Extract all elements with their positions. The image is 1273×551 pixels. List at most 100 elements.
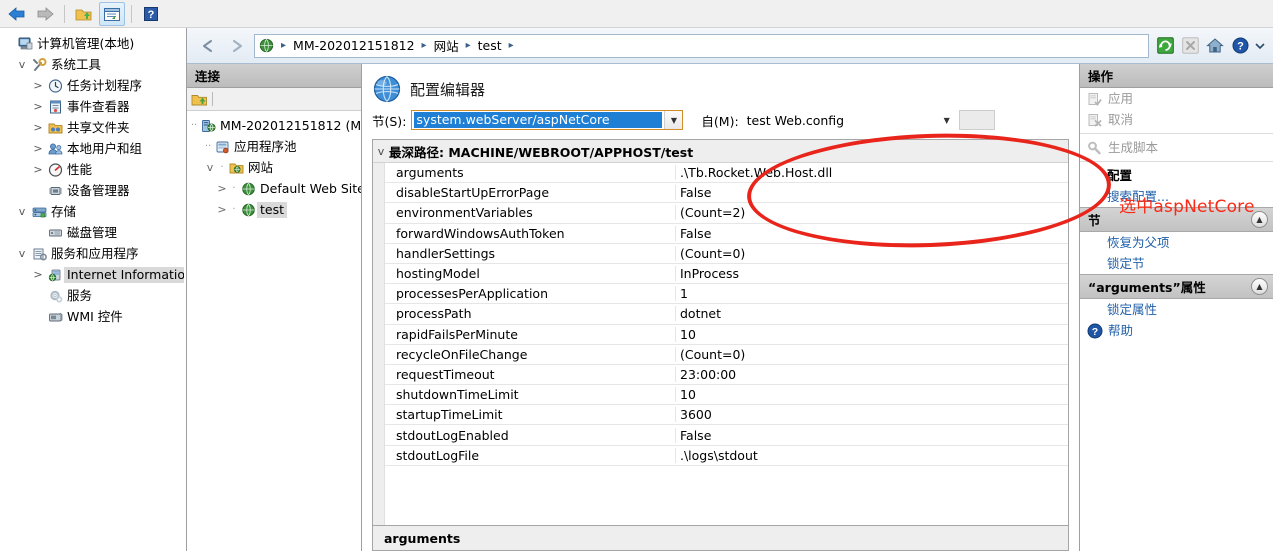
sidebar-item-device-manager[interactable]: 设备管理器 (0, 180, 186, 201)
chevron-down-icon[interactable]: v (14, 206, 30, 217)
sidebar-item-wmi-control[interactable]: WMI 控件 (0, 306, 186, 327)
refresh-icon[interactable] (1154, 35, 1176, 57)
table-row[interactable]: handlerSettings (Count=0) (385, 244, 1068, 264)
property-grid[interactable]: v 最深路径: MACHINE/WEBROOT/APPHOST/test arg… (372, 139, 1069, 525)
connection-node-default-web-site[interactable]: > · Default Web Site (187, 178, 361, 199)
table-row[interactable]: startupTimeLimit 3600 (385, 405, 1068, 426)
mmc-console-tree[interactable]: 计算机管理(本地) v 系统工具 > 任务计划程序 > 事件查看器 > 共享文件… (0, 28, 187, 551)
forward-arrow-icon[interactable] (32, 2, 58, 26)
table-row[interactable]: processesPerApplication 1 (385, 284, 1068, 305)
connect-folder-icon[interactable] (191, 92, 208, 107)
from-extra-box[interactable] (958, 110, 995, 130)
chevron-down-icon[interactable]: ▼ (939, 116, 955, 125)
chevron-right-icon[interactable]: > (30, 122, 46, 133)
chevron-up-icon[interactable]: ▲ (1251, 278, 1268, 295)
property-value[interactable]: False (675, 225, 1068, 241)
wmi-icon (46, 310, 64, 324)
sidebar-item-disk-management[interactable]: 磁盘管理 (0, 222, 186, 243)
chevron-right-icon[interactable]: > (215, 203, 229, 216)
table-row[interactable]: arguments .\Tb.Rocket.Web.Host.dll (385, 163, 1068, 184)
action-label: 锁定节 (1107, 255, 1145, 271)
chevron-down-icon[interactable]: v (14, 59, 30, 70)
sidebar-item-shared-folders[interactable]: > 共享文件夹 (0, 117, 186, 138)
property-value[interactable]: 10 (675, 387, 1068, 403)
property-name: processesPerApplication (396, 286, 549, 302)
action-help[interactable]: ? 帮助 (1080, 320, 1273, 341)
nav-forward-icon[interactable] (223, 33, 249, 59)
connection-node-test[interactable]: > · test (187, 199, 361, 220)
action-lock-section[interactable]: 锁定节 (1080, 253, 1273, 274)
table-row[interactable]: rapidFailsPerMinute 10 (385, 325, 1068, 345)
property-value[interactable]: False (675, 185, 1068, 201)
window-properties-icon[interactable] (99, 1, 125, 26)
sidebar-item-internet-information-services[interactable]: > Internet Information S (0, 264, 186, 285)
chevron-right-icon[interactable]: > (30, 164, 46, 175)
breadcrumb-item-sites[interactable]: 网站 (432, 36, 461, 55)
help-question-icon[interactable]: ? (138, 2, 164, 26)
chevron-right-icon[interactable]: > (30, 269, 46, 280)
property-value[interactable]: dotnet (675, 306, 1068, 322)
connections-tree[interactable]: ·· MM-202012151812 (MM ·· 应用程序池 v · 网站 >… (187, 111, 361, 551)
actions-group-section[interactable]: 节 ▲ (1080, 207, 1273, 232)
property-value[interactable]: (Count=0) (675, 346, 1068, 362)
breadcrumb-item-test[interactable]: test (476, 38, 504, 53)
tree-root-computer-management[interactable]: 计算机管理(本地) (0, 33, 186, 54)
property-value[interactable]: 1 (675, 286, 1068, 302)
breadcrumb[interactable]: ▸ MM-202012151812 ▸ 网站 ▸ test ▸ (254, 33, 1149, 58)
section-combobox[interactable]: system.webServer/aspNetCore ▼ (411, 110, 684, 130)
property-value[interactable]: .\logs\stdout (675, 447, 1068, 463)
sidebar-item-storage[interactable]: v 存储 (0, 201, 186, 222)
sidebar-item-performance[interactable]: > 性能 (0, 159, 186, 180)
chevron-down-icon[interactable]: v (14, 248, 30, 259)
sidebar-item-event-viewer[interactable]: > 事件查看器 (0, 96, 186, 117)
table-row[interactable]: stdoutLogEnabled False (385, 425, 1068, 446)
chevron-right-icon[interactable]: > (30, 80, 46, 91)
table-row[interactable]: requestTimeout 23:00:00 (385, 365, 1068, 386)
property-value[interactable]: False (675, 427, 1068, 443)
help-icon[interactable]: ? (1229, 35, 1251, 57)
action-search-configuration[interactable]: 搜索配置... (1080, 186, 1273, 207)
back-arrow-icon[interactable] (4, 2, 30, 26)
table-row[interactable]: shutdownTimeLimit 10 (385, 385, 1068, 406)
connection-node-server[interactable]: ·· MM-202012151812 (MM (187, 115, 361, 136)
table-row[interactable]: processPath dotnet (385, 304, 1068, 325)
table-row[interactable]: environmentVariables (Count=2) (385, 203, 1068, 224)
sidebar-label: 性能 (67, 161, 93, 177)
chevron-down-icon[interactable]: v (203, 161, 217, 174)
folder-up-icon[interactable] (71, 2, 97, 26)
property-value[interactable]: (Count=2) (675, 205, 1068, 221)
table-row[interactable]: recycleOnFileChange (Count=0) (385, 345, 1068, 365)
nav-back-icon[interactable] (196, 33, 222, 59)
chevron-right-icon[interactable]: > (30, 101, 46, 112)
chevron-down-icon[interactable] (1254, 35, 1266, 57)
breadcrumb-item-server[interactable]: MM-202012151812 (291, 38, 417, 53)
sidebar-item-system-tools[interactable]: v 系统工具 (0, 54, 186, 75)
home-icon[interactable] (1204, 35, 1226, 57)
property-value[interactable]: 3600 (675, 407, 1068, 423)
property-value[interactable]: InProcess (675, 266, 1068, 282)
from-combobox[interactable]: test Web.config ▼ (744, 110, 955, 130)
chevron-up-icon[interactable]: ▲ (1251, 211, 1268, 228)
table-row[interactable]: stdoutLogFile .\logs\stdout (385, 446, 1068, 466)
table-row[interactable]: hostingModel InProcess (385, 264, 1068, 285)
chevron-right-icon[interactable]: > (30, 143, 46, 154)
chevron-down-icon[interactable]: ▼ (664, 111, 683, 129)
property-value[interactable]: 10 (675, 326, 1068, 342)
sidebar-item-local-users-groups[interactable]: > 本地用户和组 (0, 138, 186, 159)
table-row[interactable]: disableStartUpErrorPage False (385, 183, 1068, 204)
sidebar-item-services[interactable]: 服务 (0, 285, 186, 306)
chevron-right-icon[interactable]: > (215, 182, 229, 195)
actions-group-attribute[interactable]: “arguments”属性 ▲ (1080, 274, 1273, 299)
sidebar-item-services-and-applications[interactable]: v 服务和应用程序 (0, 243, 186, 264)
table-row[interactable]: forwardWindowsAuthToken False (385, 224, 1068, 244)
property-value[interactable]: .\Tb.Rocket.Web.Host.dll (675, 165, 1068, 181)
chevron-down-icon[interactable]: v (373, 145, 389, 158)
action-configuration[interactable]: 配置 (1080, 165, 1273, 186)
sidebar-item-task-scheduler[interactable]: > 任务计划程序 (0, 75, 186, 96)
connection-node-app-pools[interactable]: ·· 应用程序池 (187, 136, 361, 157)
property-value[interactable]: 23:00:00 (675, 366, 1068, 382)
property-value[interactable]: (Count=0) (675, 245, 1068, 261)
action-revert-to-parent[interactable]: 恢复为父项 (1080, 232, 1273, 253)
connection-node-sites[interactable]: v · 网站 (187, 157, 361, 178)
action-lock-attribute[interactable]: 锁定属性 (1080, 299, 1273, 320)
